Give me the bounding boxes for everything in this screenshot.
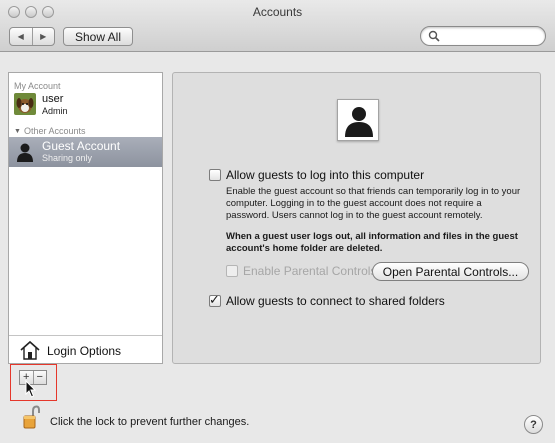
guest-account-name: Guest Account [42, 139, 121, 153]
guest-silhouette-icon [17, 143, 33, 162]
parental-controls-checkbox[interactable] [226, 265, 238, 277]
checkmark-icon: ✓ [209, 292, 220, 307]
lock-open-icon[interactable] [23, 405, 40, 429]
user-avatar [14, 93, 36, 115]
allow-login-label: Allow guests to log into this computer [226, 168, 425, 182]
user-name: user [42, 93, 64, 105]
lock-message: Click the lock to prevent further change… [50, 416, 250, 428]
parental-controls-label: Enable Parental Controls [243, 264, 377, 278]
allow-login-checkbox[interactable] [209, 169, 221, 181]
help-button[interactable]: ? [524, 415, 543, 434]
nav-back-forward: ◀ ▶ [9, 27, 55, 46]
back-button[interactable]: ◀ [10, 28, 32, 45]
guest-account-status: Sharing only [42, 153, 93, 163]
list-item-user[interactable]: user Admin [14, 93, 159, 119]
accounts-list: My Account user Admin ▼ Other Accounts G… [8, 72, 163, 364]
list-item-guest-account[interactable]: Guest Account Sharing only [9, 137, 162, 167]
forward-button[interactable]: ▶ [31, 28, 55, 45]
other-accounts-label: Other Accounts [23, 126, 86, 136]
open-parental-controls-button[interactable]: Open Parental Controls... [372, 262, 529, 281]
my-account-header: My Account [14, 81, 61, 91]
guest-description: Enable the guest account so that friends… [226, 186, 521, 221]
allow-shared-folders-checkbox[interactable]: ✓ [209, 292, 221, 307]
login-options-label: Login Options [47, 344, 122, 358]
user-role: Admin [42, 106, 68, 116]
house-icon [20, 340, 40, 360]
other-accounts-header[interactable]: ▼ Other Accounts [14, 126, 85, 136]
window-title: Accounts [252, 5, 303, 19]
guest-settings-pane: Allow guests to log into this computer E… [172, 72, 541, 364]
disclosure-triangle-icon[interactable]: ▼ [14, 128, 21, 135]
accounts-window: Accounts ◀ ▶ Show All My Account user Ad… [0, 0, 555, 443]
guest-warning: When a guest user logs out, all informat… [226, 231, 518, 254]
show-all-button[interactable]: Show All [63, 27, 133, 46]
title-toolbar: Accounts ◀ ▶ Show All [0, 0, 555, 52]
mouse-pointer-icon [25, 380, 37, 398]
guest-picture[interactable] [337, 99, 379, 141]
search-input[interactable] [420, 26, 546, 46]
login-options-item[interactable]: Login Options [9, 335, 162, 363]
guest-silhouette-large-icon [345, 107, 373, 137]
search-icon [428, 30, 440, 42]
allow-shared-folders-label: Allow guests to connect to shared folder… [226, 294, 445, 308]
